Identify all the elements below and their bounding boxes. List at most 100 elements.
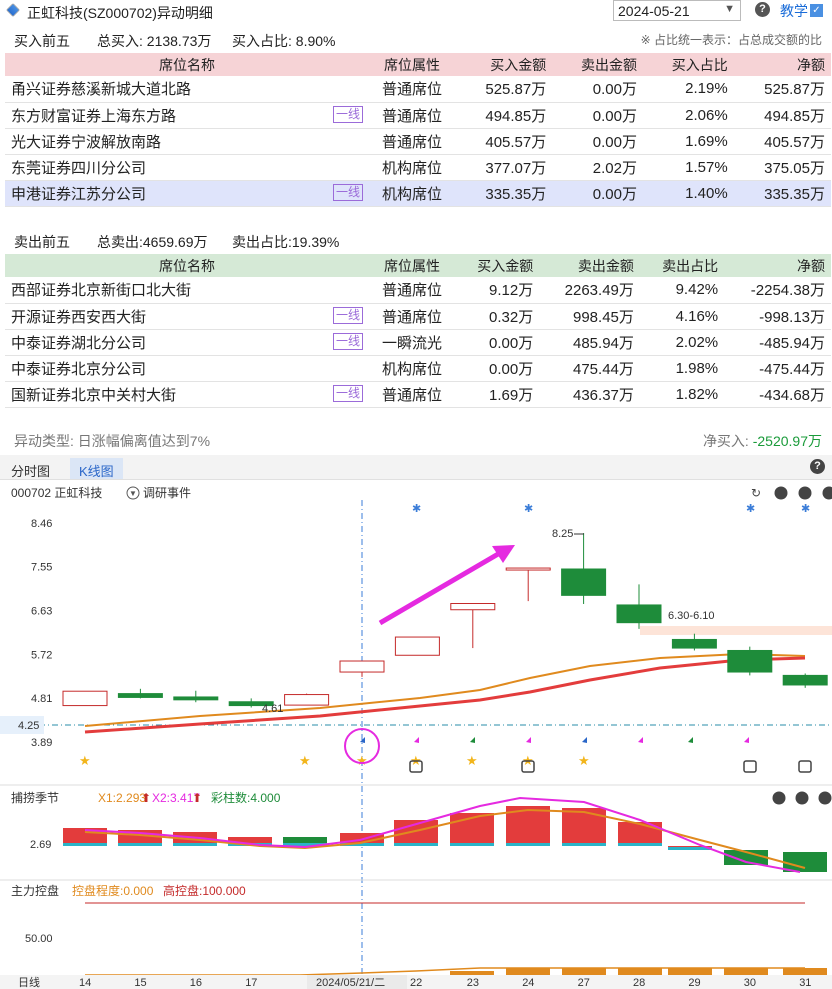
- event-asterisk-icon[interactable]: ✱: [746, 503, 755, 515]
- buy-amount-text: 0.32万: [489, 308, 534, 326]
- ratio-text: 1.57%: [685, 158, 728, 176]
- help-icon[interactable]: [795, 791, 809, 805]
- close-icon[interactable]: [822, 486, 832, 500]
- candle[interactable]: [782, 674, 828, 686]
- net-amount: -998.13万: [724, 303, 831, 330]
- tab-kline[interactable]: K线图: [70, 458, 123, 479]
- sell-amount: 0.00万: [552, 102, 643, 129]
- col-sell-ratio[interactable]: 卖出占比: [639, 254, 725, 277]
- tier-badge[interactable]: 一线: [332, 183, 363, 201]
- low-label: 4.61: [262, 703, 283, 715]
- seat-attr: 机构席位: [369, 154, 455, 181]
- signal-flag-icon: [470, 737, 475, 743]
- indicator1-x2-arrow: ⬆: [192, 791, 202, 805]
- candle[interactable]: [561, 568, 607, 596]
- tier-badge[interactable]: 一线: [332, 105, 363, 123]
- tier-badge[interactable]: 一线: [332, 384, 363, 402]
- candle[interactable]: [394, 636, 440, 656]
- x-axis-tick: 17: [245, 977, 257, 989]
- window-title: 正虹科技(SZ000702)异动明细: [27, 5, 213, 21]
- star-icon[interactable]: ★: [578, 753, 590, 768]
- candle[interactable]: [62, 690, 108, 707]
- candle[interactable]: [505, 567, 551, 571]
- sell-amount: 0.00万: [552, 180, 643, 207]
- star-icon[interactable]: ★: [466, 753, 478, 768]
- seat-attr-text: 机构席位: [381, 159, 442, 177]
- event-label[interactable]: 调研事件: [143, 486, 191, 500]
- table-row[interactable]: 中泰证券北京分公司 机构席位 0.00万 475.44万 1.98% -475.44万: [5, 355, 831, 382]
- table-row[interactable]: 申港证券江苏分公司 一线 机构席位 335.35万 0.00万 1.40% 335.35万: [5, 180, 831, 207]
- table-row[interactable]: 东方财富证券上海东方路 一线 普通席位 494.85万 0.00万 2.06% 494.85…: [5, 102, 831, 129]
- indicator2-name: 主力控盘: [11, 883, 59, 898]
- chart-help-icon[interactable]: ?: [810, 459, 825, 474]
- settings-icon[interactable]: [772, 791, 786, 805]
- table-row[interactable]: 开源证券西安西大街 一线 普通席位 0.32万 998.45万 4.16% -998.13万: [5, 303, 831, 330]
- teach-check-icon[interactable]: ✓: [810, 4, 823, 17]
- table-row[interactable]: 中泰证券湖北分公司 一线 一瞬流光 0.00万 485.94万 2.02% -485.94万: [5, 329, 831, 356]
- chevron-down-icon[interactable]: ▼: [129, 489, 137, 498]
- col-buy-amount[interactable]: 买入金额: [455, 53, 553, 76]
- current-price-label: 4.25: [18, 720, 39, 732]
- col-seat-attr[interactable]: 席位属性: [369, 53, 455, 76]
- col-net[interactable]: 净额: [724, 254, 831, 277]
- candle[interactable]: [284, 694, 330, 706]
- candle[interactable]: [173, 696, 219, 701]
- candle[interactable]: [339, 660, 385, 673]
- table-row[interactable]: 西部证券北京新街口北大街 普通席位 9.12万 2263.49万 9.42% -2254.…: [5, 277, 831, 304]
- sell-total: 总卖出:4659.69万: [97, 234, 208, 250]
- tier-badge[interactable]: 一线: [332, 332, 363, 350]
- research-doc-icon[interactable]: [743, 760, 757, 773]
- candle[interactable]: [671, 638, 717, 649]
- col-seat-name[interactable]: 席位名称: [5, 254, 369, 277]
- research-doc-icon[interactable]: [798, 760, 812, 773]
- kline-chart[interactable]: 000702 正虹科技 ▼ 调研事件 ↻ 8.46 7.55 6.63 5.72 4.81 3.8…: [0, 480, 832, 989]
- col-sell-amount[interactable]: 卖出金额: [552, 53, 643, 76]
- tab-intraday[interactable]: 分时图: [2, 458, 59, 479]
- ratio-note: ※ 占比统一表示：占总成交额的比: [640, 33, 822, 47]
- buy-amount: 9.12万: [455, 277, 540, 304]
- signal-flag-icon: [414, 737, 419, 743]
- col-seat-attr[interactable]: 席位属性: [369, 254, 455, 277]
- buy-amount: 377.07万: [455, 154, 553, 181]
- table-row[interactable]: 东莞证券四川分公司 机构席位 377.07万 2.02万 1.57% 375.05万: [5, 154, 831, 181]
- event-asterisk-icon[interactable]: ✱: [524, 503, 533, 515]
- star-icon[interactable]: ★: [299, 753, 311, 768]
- col-buy-ratio[interactable]: 买入占比: [642, 53, 734, 76]
- candle[interactable]: [117, 693, 163, 698]
- candle[interactable]: [450, 603, 496, 611]
- signal-flag-icon: [688, 737, 693, 743]
- event-asterisk-icon[interactable]: ✱: [412, 503, 421, 515]
- trend-arrow: [378, 547, 507, 626]
- seat-name-text: 东莞证券四川分公司: [11, 159, 147, 177]
- indicator1-count: 彩柱数:4.000: [211, 790, 281, 805]
- net-amount-text: 525.87万: [764, 81, 825, 99]
- table-row[interactable]: 国新证券北京中关村大街 一线 普通席位 1.69万 436.37万 1.82% -434.6…: [5, 381, 831, 408]
- tier-badge[interactable]: 一线: [332, 306, 363, 324]
- star-icon[interactable]: ★: [79, 753, 91, 768]
- chevron-down-icon[interactable]: ▼: [724, 3, 735, 15]
- stock-label: 000702 正虹科技: [11, 486, 102, 500]
- col-buy-amount[interactable]: 买入金额: [455, 254, 540, 277]
- settings-icon[interactable]: [774, 486, 788, 500]
- indicator2-bar: [668, 968, 712, 975]
- ratio-text: 1.82%: [675, 385, 719, 403]
- table-row[interactable]: 甬兴证券慈溪新城大道北路 普通席位 525.87万 0.00万 2.19% 525.87万: [5, 76, 831, 103]
- close-icon[interactable]: [818, 791, 832, 805]
- candle[interactable]: [727, 649, 773, 673]
- indicator1-base: [450, 843, 494, 846]
- col-seat-name[interactable]: 席位名称: [5, 53, 369, 76]
- sell-amount: 485.94万: [539, 329, 640, 356]
- seat-name-text: 中泰证券湖北分公司: [11, 334, 147, 352]
- teach-link[interactable]: 教学: [780, 1, 808, 21]
- seat-attr-text: 普通席位: [381, 81, 442, 99]
- col-net[interactable]: 净额: [733, 53, 831, 76]
- candle[interactable]: [616, 604, 662, 624]
- x-axis-tick: 16: [190, 977, 202, 989]
- help-icon[interactable]: ?: [755, 2, 770, 17]
- date-select[interactable]: 2024-05-21 ▼: [613, 0, 741, 21]
- col-sell-amount[interactable]: 卖出金额: [539, 254, 640, 277]
- help-icon[interactable]: [798, 486, 812, 500]
- star-icon[interactable]: ★: [356, 753, 368, 768]
- table-row[interactable]: 光大证券宁波解放南路 普通席位 405.57万 0.00万 1.69% 405.57万: [5, 128, 831, 155]
- event-asterisk-icon[interactable]: ✱: [801, 503, 810, 515]
